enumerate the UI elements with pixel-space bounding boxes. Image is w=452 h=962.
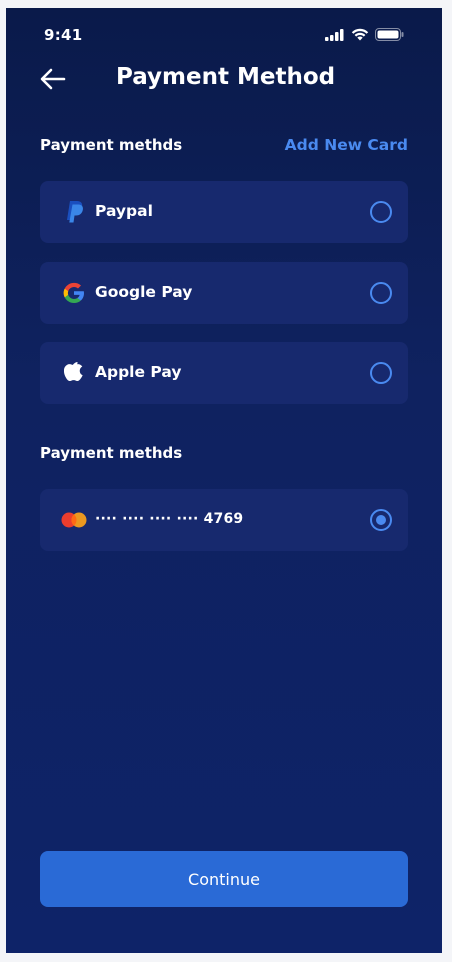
page-title: Payment Method [116,64,336,90]
status-bar: 9:41 [6,8,442,52]
apple-icon [62,361,86,385]
payment-option-label: Apple Pay [95,363,182,381]
status-time: 9:41 [44,26,83,44]
card-number: ···· ···· ···· ···· 4769 [95,511,244,527]
continue-button[interactable]: Continue [40,851,408,907]
payment-option-apple-pay[interactable]: Apple Pay [40,342,408,404]
saved-card-mastercard[interactable]: ···· ···· ···· ···· 4769 [40,489,408,551]
radio-button-selected[interactable] [370,509,392,531]
mastercard-icon [60,508,88,532]
wifi-icon [351,26,369,45]
section-label-saved-cards: Payment methds [40,444,183,462]
section-label-payment-methods: Payment methds [40,136,183,154]
payment-option-google-pay[interactable]: Google Pay [40,262,408,324]
status-icons [325,26,404,45]
cellular-signal-icon [325,26,345,45]
payment-option-label: Paypal [95,202,153,220]
payment-option-paypal[interactable]: Paypal [40,181,408,243]
battery-icon [375,26,404,45]
phone-screen: 9:41 Payment Method Payment methds Add N… [6,8,442,953]
payment-option-label: Google Pay [95,283,193,301]
radio-button[interactable] [370,282,392,304]
radio-button[interactable] [370,362,392,384]
add-new-card-link[interactable]: Add New Card [285,136,408,154]
back-arrow-icon[interactable] [38,64,68,94]
google-icon [62,281,86,305]
radio-button[interactable] [370,201,392,223]
header: Payment Method [6,60,442,100]
paypal-icon [62,200,86,224]
